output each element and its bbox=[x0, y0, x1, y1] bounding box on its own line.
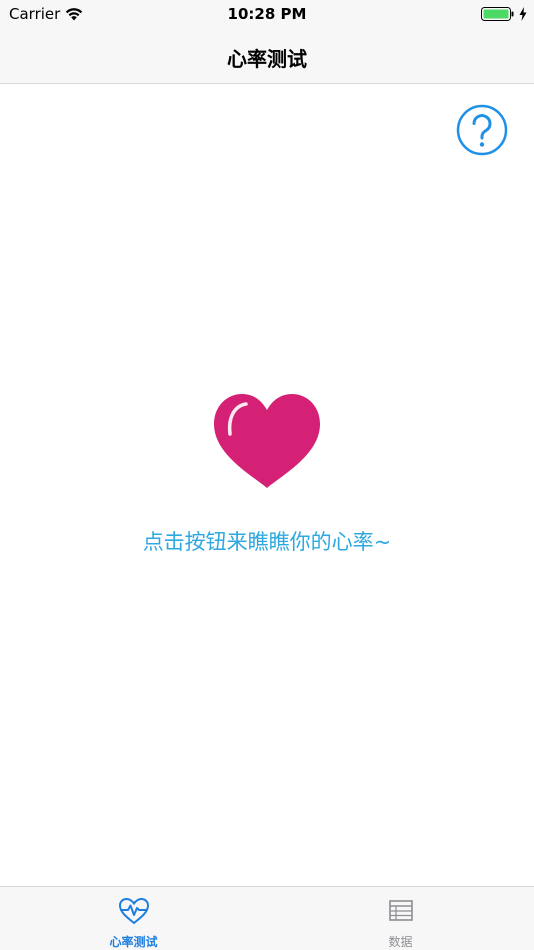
charging-bolt-icon bbox=[518, 6, 528, 22]
battery-icon bbox=[481, 6, 515, 22]
start-measure-heart-button[interactable] bbox=[212, 392, 322, 490]
navigation-bar: 心率测试 bbox=[0, 30, 534, 84]
heart-pulse-icon bbox=[118, 897, 150, 925]
heart-icon bbox=[214, 394, 320, 488]
measure-prompt-text: 点击按钮来瞧瞧你的心率~ bbox=[142, 530, 392, 554]
tab-label: 数据 bbox=[388, 935, 413, 949]
status-time: 10:28 PM bbox=[227, 5, 307, 23]
tab-bar: 心率测试 数据 bbox=[0, 886, 534, 950]
table-icon bbox=[385, 897, 417, 925]
tab-data[interactable]: 数据 bbox=[267, 887, 534, 950]
status-bar: Carrier 10:28 PM bbox=[0, 0, 534, 30]
tab-heart-rate-test[interactable]: 心率测试 bbox=[0, 887, 267, 950]
question-circle-icon bbox=[456, 104, 508, 156]
page-title: 心率测试 bbox=[227, 47, 307, 71]
help-button[interactable] bbox=[456, 104, 508, 156]
tab-label: 心率测试 bbox=[109, 935, 158, 949]
